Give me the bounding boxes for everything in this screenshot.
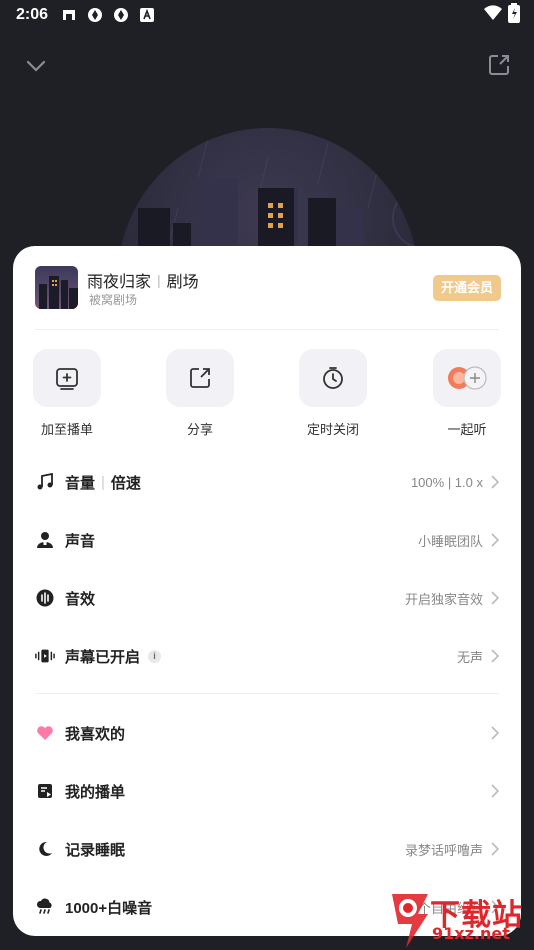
playlist-icon — [35, 781, 55, 801]
site-watermark: 下载站 91xz.net — [388, 888, 534, 950]
track-title: 雨夜归家 | 剧场 — [87, 268, 199, 292]
add-playlist-icon — [33, 349, 101, 407]
action-label: 分享 — [186, 422, 213, 437]
title-separator: | — [157, 272, 161, 288]
speed-label: 倍速 — [110, 474, 141, 492]
listen-together-icon — [433, 349, 501, 407]
share-square-icon[interactable] — [486, 52, 512, 78]
player-top-bar — [0, 44, 534, 88]
vip-button[interactable]: 开通会员 — [432, 275, 501, 301]
divider — [35, 693, 499, 694]
chevron-right-icon — [491, 649, 501, 663]
chevron-right-icon — [491, 784, 501, 798]
row-label: 我喜欢的 — [65, 725, 126, 743]
sleep-record-row[interactable]: 记录睡眠 录梦话呼噜声 — [35, 829, 501, 869]
row-value: 小睡眠团队 — [417, 533, 483, 549]
info-icon[interactable]: i — [148, 649, 162, 663]
chevron-right-icon — [491, 533, 501, 547]
row-label: 声音 — [65, 532, 96, 550]
watermark-url: 91xz.net — [432, 924, 510, 943]
more-options-sheet: 雨夜归家 | 剧场 被窝剧场 开通会员 加至播单 分享 定时关闭 一起听 音量 … — [13, 246, 521, 936]
share-icon — [166, 349, 234, 407]
share-button[interactable]: 分享 — [155, 349, 245, 439]
sound-effect-row[interactable]: 音效 开启独家音效 — [35, 578, 501, 618]
vibration-icon — [35, 646, 55, 666]
row-value: 开启独家音效 — [404, 591, 483, 607]
track-header: 雨夜归家 | 剧场 被窝剧场 开通会员 — [35, 266, 501, 310]
row-label: 音量 | 倍速 — [65, 472, 141, 493]
row-value: 100% | 1.0 x — [410, 474, 483, 490]
row-label: 1000+白噪音 — [65, 899, 153, 917]
row-value: 无声 — [456, 649, 483, 665]
status-bar: 2:06 — [0, 0, 534, 30]
track-subtitle: 被窝剧场 — [89, 293, 138, 307]
action-label: 一起听 — [447, 422, 487, 437]
status-time: 2:06 — [16, 6, 49, 23]
moon-icon — [35, 839, 55, 859]
volume-speed-row[interactable]: 音量 | 倍速 100% | 1.0 x — [35, 462, 501, 502]
add-to-playlist-button[interactable]: 加至播单 — [22, 349, 112, 439]
row-label: 声幕已开启 i — [65, 646, 162, 667]
divider — [35, 329, 499, 330]
row-label: 记录睡眠 — [65, 841, 126, 859]
label-separator: | — [101, 473, 105, 491]
sound-curtain-label: 声幕已开启 — [65, 648, 141, 666]
sync-icon — [86, 6, 104, 24]
sleep-timer-button[interactable]: 定时关闭 — [288, 349, 378, 439]
heart-icon — [35, 723, 55, 743]
action-grid: 加至播单 分享 定时关闭 一起听 — [13, 349, 521, 439]
my-playlists-row[interactable]: 我的播单 — [35, 771, 501, 811]
favorites-row[interactable]: 我喜欢的 — [35, 713, 501, 753]
sound-curtain-row[interactable]: 声幕已开启 i 无声 — [35, 636, 501, 676]
action-label: 加至播单 — [40, 422, 93, 437]
volume-label: 音量 — [65, 474, 96, 492]
row-label: 音效 — [65, 590, 96, 608]
track-title-suffix: 剧场 — [166, 274, 199, 291]
wifi-icon — [484, 4, 502, 26]
music-note-icon — [35, 472, 55, 492]
sound-effect-icon — [35, 588, 55, 608]
sync-icon — [112, 6, 130, 24]
row-label: 我的播单 — [65, 783, 126, 801]
voice-row[interactable]: 声音 小睡眠团队 — [35, 520, 501, 560]
chevron-down-icon[interactable] — [22, 54, 50, 78]
notification-app-icon — [60, 6, 78, 24]
rain-cloud-icon — [35, 897, 55, 917]
watermark-logo-icon — [392, 894, 428, 948]
track-thumbnail — [35, 266, 78, 309]
listen-together-button[interactable]: 一起听 — [422, 349, 512, 439]
chevron-right-icon — [491, 842, 501, 856]
chevron-right-icon — [491, 726, 501, 740]
action-label: 定时关闭 — [306, 422, 359, 437]
person-icon — [35, 530, 55, 550]
battery-charging-icon — [508, 2, 520, 28]
track-title-text: 雨夜归家 — [87, 274, 152, 291]
chevron-right-icon — [491, 591, 501, 605]
text-a-icon — [138, 6, 156, 24]
row-value: 录梦话呼噜声 — [404, 842, 483, 858]
timer-icon — [299, 349, 367, 407]
chevron-right-icon — [491, 475, 501, 489]
